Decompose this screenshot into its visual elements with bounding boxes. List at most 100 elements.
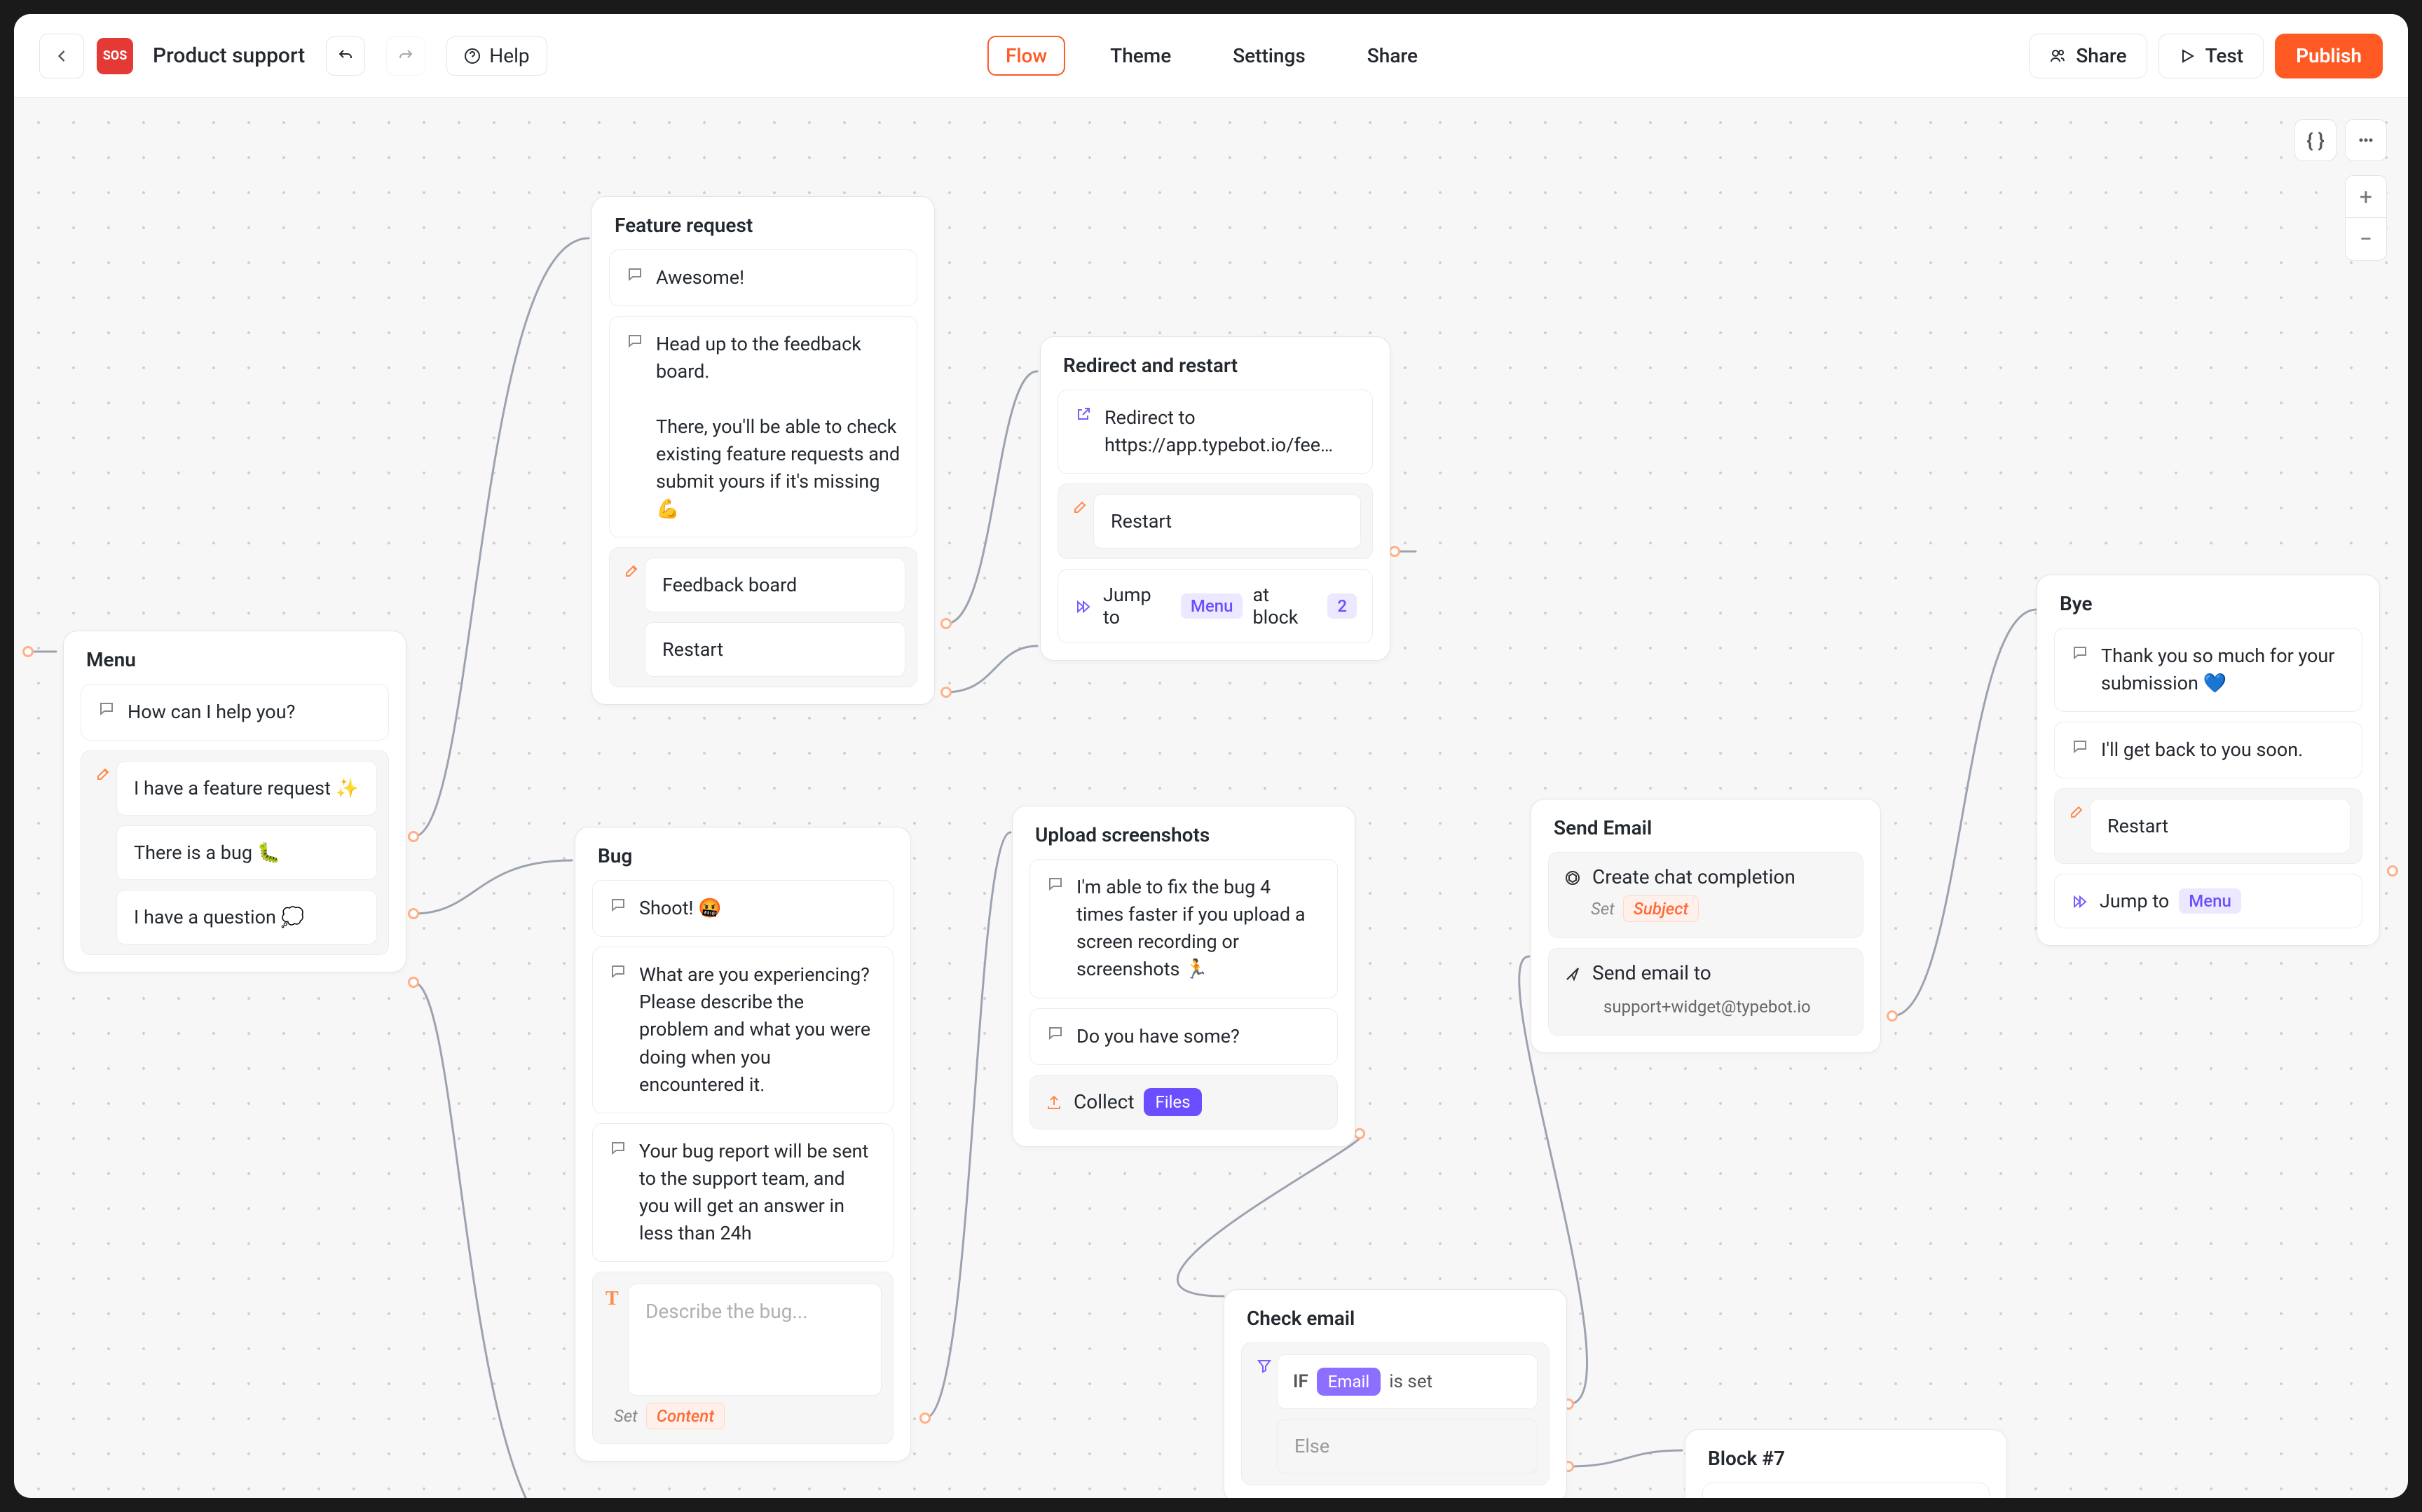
bubble-item[interactable]: I'll get back to you soon. (2054, 722, 2362, 778)
external-link-icon (1074, 406, 1093, 422)
collect-label: Collect (1074, 1090, 1134, 1113)
chat-bubble-icon (1046, 875, 1065, 892)
block-title: Send Email (1548, 816, 1863, 839)
block-feature-request[interactable]: Feature request Awesome! Head up to the … (591, 196, 935, 705)
more-button[interactable] (2345, 119, 2387, 161)
condition-if[interactable]: IF Email is set (1277, 1354, 1538, 1409)
bubble-item[interactable]: Head up to the feedback board. There, yo… (609, 316, 917, 537)
zoom-in-button[interactable]: + (2346, 176, 2386, 218)
tab-settings[interactable]: Settings (1216, 37, 1322, 74)
choice-option[interactable]: Restart (1093, 494, 1361, 549)
choice-option[interactable]: I have a question 💭 (116, 890, 377, 944)
choice-option[interactable]: There is a bug 🐛 (116, 825, 377, 880)
port[interactable] (408, 977, 419, 988)
condition-item[interactable]: IF Email is set Else (1241, 1342, 1549, 1485)
port[interactable] (22, 646, 34, 657)
tab-theme[interactable]: Theme (1093, 37, 1188, 74)
header-left: SOS Product support Help (39, 34, 547, 78)
tab-flow[interactable]: Flow (987, 36, 1065, 76)
bubble-text: Shoot! 🤬 (639, 895, 877, 922)
undo-button[interactable] (326, 36, 365, 76)
zoom-out-button[interactable]: − (2346, 218, 2386, 260)
choice-option[interactable]: Restart (645, 622, 905, 677)
set-variable-row: Set Subject (1563, 888, 1849, 925)
block-bye[interactable]: Bye Thank you so much for your submissio… (2037, 575, 2380, 946)
redirect-item[interactable]: Redirect to https://app.typebot.io/fee… (1058, 390, 1373, 474)
email-address: support+widget@typebot.io (1591, 991, 1824, 1022)
test-button[interactable]: Test (2158, 34, 2264, 78)
filter-icon (1254, 1357, 1274, 1374)
port[interactable] (408, 831, 419, 842)
block-title: Bye (2054, 592, 2362, 615)
bubble-item[interactable]: On which email can I contact you? (1702, 1483, 1990, 1498)
share-button[interactable]: Share (2029, 34, 2147, 78)
port[interactable] (1354, 1128, 1365, 1139)
bubble-text: I'll get back to you soon. (2101, 736, 2346, 764)
publish-button[interactable]: Publish (2275, 34, 2383, 78)
variable-chip: Content (646, 1403, 725, 1429)
jump-item[interactable]: Jump to Menu at block 2 (1058, 569, 1373, 643)
block-7[interactable]: Block #7 On which email can I contact yo… (1685, 1429, 2007, 1498)
fast-forward-icon (2070, 893, 2090, 910)
choice-option[interactable]: Feedback board (645, 558, 905, 612)
fast-forward-icon (1074, 598, 1093, 615)
back-button[interactable] (39, 34, 84, 78)
block-check-email[interactable]: Check email IF Email is set Else (1224, 1289, 1567, 1498)
port[interactable] (1887, 1010, 1898, 1022)
bubble-item[interactable]: Shoot! 🤬 (592, 880, 894, 937)
more-icon (2358, 132, 2374, 149)
text-input-item[interactable]: T Describe the bug... Set Content (592, 1272, 894, 1444)
openai-item[interactable]: Create chat completion Set Subject (1548, 852, 1863, 938)
tab-share[interactable]: Share (1350, 37, 1435, 74)
bubble-text: I'm able to fix the bug 4 times faster i… (1076, 874, 1322, 984)
choice-input-item[interactable]: Feedback board Restart (609, 547, 917, 687)
canvas[interactable]: { } + − Menu How can I help you? I have … (14, 98, 2408, 1498)
json-button[interactable]: { } (2294, 119, 2337, 161)
block-upload[interactable]: Upload screenshots I'm able to fix the b… (1012, 806, 1355, 1147)
jump-item[interactable]: Jump to Menu (2054, 874, 2362, 928)
bubble-item[interactable]: Your bug report will be sent to the supp… (592, 1123, 894, 1263)
app-window: SOS Product support Help Flow Theme Sett… (14, 14, 2408, 1498)
bubble-item[interactable]: I'm able to fix the bug 4 times faster i… (1029, 859, 1338, 998)
header-right: Share Test Publish (2029, 34, 2383, 78)
bubble-item[interactable]: What are you experiencing? Please descri… (592, 947, 894, 1113)
port[interactable] (408, 908, 419, 919)
block-redirect[interactable]: Redirect and restart Redirect to https:/… (1040, 336, 1390, 661)
bubble-item[interactable]: Thank you so much for your submission 💙 (2054, 628, 2362, 712)
jump-target-chip: Menu (2179, 888, 2241, 914)
help-button[interactable]: Help (446, 36, 547, 76)
page-title: Product support (153, 43, 305, 68)
bubble-text: Head up to the feedback board. There, yo… (656, 331, 901, 523)
text-input-icon: T (606, 1288, 619, 1310)
port[interactable] (940, 618, 952, 629)
port[interactable] (2387, 865, 2398, 877)
choice-input-item[interactable]: Restart (2054, 788, 2362, 864)
chat-bubble-icon (608, 963, 628, 980)
edit-icon (622, 562, 642, 579)
header-tabs: Flow Theme Settings Share (987, 36, 1435, 76)
bubble-item[interactable]: Do you have some? (1029, 1008, 1338, 1065)
jump-target-chip: Menu (1181, 593, 1243, 619)
bubble-item[interactable]: Awesome! (609, 249, 917, 306)
block-menu[interactable]: Menu How can I help you? I have a featur… (63, 631, 406, 973)
redo-icon (397, 48, 414, 64)
send-email-item[interactable]: Send email to support+widget@typebot.io (1548, 948, 1863, 1036)
chevron-left-icon (52, 46, 71, 66)
choice-option[interactable]: I have a feature request ✨ (116, 761, 377, 816)
choice-option[interactable]: Restart (2090, 799, 2351, 853)
port[interactable] (1389, 546, 1400, 557)
help-icon (464, 48, 481, 64)
bubble-text: How can I help you? (128, 699, 373, 726)
condition-else[interactable]: Else (1277, 1419, 1538, 1473)
block-bug[interactable]: Bug Shoot! 🤬 What are you experiencing? … (575, 827, 911, 1462)
port[interactable] (919, 1413, 931, 1424)
choice-input-item[interactable]: I have a feature request ✨ There is a bu… (81, 750, 389, 955)
edit-icon (1071, 498, 1090, 515)
bubble-text: Thank you so much for your submission 💙 (2101, 642, 2346, 697)
file-input-item[interactable]: Collect Files (1029, 1075, 1338, 1129)
block-send-email[interactable]: Send Email Create chat completion Set Su… (1531, 799, 1881, 1053)
bubble-item[interactable]: How can I help you? (81, 684, 389, 741)
port[interactable] (940, 687, 952, 698)
choice-input-item[interactable]: Restart (1058, 483, 1373, 559)
set-variable-row: Set Content (604, 1396, 882, 1432)
